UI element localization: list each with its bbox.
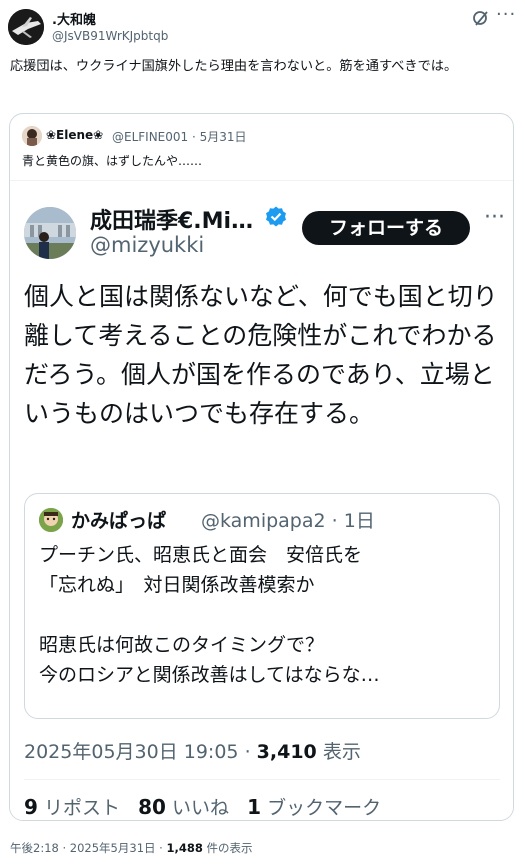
nested-quote-line-4: 今のロシアと関係改善はしてはならな… [39,664,380,686]
nested-quote-handle: @kamipapa2 [201,510,326,532]
post-views-label: 件の表示 [202,841,253,855]
quote-separator: · [192,130,200,144]
more-options-icon[interactable]: ··· [496,4,516,25]
embedded-author-handle: @mizyukki [90,233,205,257]
author-avatar[interactable] [8,9,44,45]
quote-date: 5月31日 [199,130,247,144]
nested-quote-line-3: 昭恵氏は何故このタイミングで？ [39,634,325,656]
embedded-stats-row: 9 リポスト 80 いいね 1 ブックマーク [24,793,381,820]
nested-quote-age: 1日 [343,510,375,532]
embedded-separator: · [244,741,257,763]
quote-meta: @ELFINE001 · 5月31日 [112,128,247,145]
nested-quote-avatar [39,508,63,532]
post-views-count: 1,488 [166,841,203,855]
embedded-views-count: 3,410 [256,741,317,763]
nested-quote-line-1: プーチン氏、昭恵氏と面会 安倍氏を [39,544,363,566]
embedded-author-avatar [24,207,76,259]
verified-badge-icon [264,205,288,229]
post-time[interactable]: 午後2:18 · 2025年5月31日 · [10,841,166,855]
post-text: 応援団は、ウクライナ国旗外したら理由を言わないと。筋を通すべきでは。 [10,59,458,74]
nested-quote-meta: @kamipapa2 · 1日 [201,506,375,533]
embedded-author-name: 成田瑞季€.Mi… [90,209,254,234]
nested-quote-text: プーチン氏、昭恵氏と面会 安倍氏を 「忘れぬ」 対日関係改善模索か 昭恵氏は何故… [39,540,489,690]
embedded-tweet-image[interactable]: 成田瑞季€.Mi… @mizyukki フォローする ··· 個人と国は関係ない… [10,180,513,820]
grok-icon[interactable] [472,9,490,27]
reposts-label: リポスト [43,797,120,819]
post-footer: 午後2:18 · 2025年5月31日 · 1,488 件の表示 [10,840,253,856]
embedded-timestamp: 2025年05月30日 19:05 [24,741,239,763]
quote-author-name: ❀Elene❀ [46,128,104,142]
likes-count: 80 [138,795,166,819]
quoted-post[interactable]: ❀Elene❀ @ELFINE001 · 5月31日 青と黄色の旗、はずしたんや… [9,113,514,821]
nested-quote-author-name: かみぱっぱ [71,510,167,532]
nested-quote-separator: · [331,510,344,532]
embedded-views-label: 表示 [322,741,361,763]
quote-author-handle: @ELFINE001 [112,130,189,144]
embedded-divider [24,779,500,780]
embedded-tweet-text: 個人と国は関係ないなど、何でも国と切り離して考えることの危険性がこれでわかるだろ… [24,282,498,428]
embedded-more-icon: ··· [484,205,505,230]
author-handle[interactable]: @JsVB91WrKJpbtqb [52,29,168,43]
reposts-count: 9 [24,795,38,819]
likes-label: いいね [172,797,230,819]
bookmarks-count: 1 [247,795,262,819]
embedded-quoted-tweet: かみぱっぱ @kamipapa2 · 1日 プーチン氏、昭恵氏と面会 安倍氏を … [24,493,500,719]
follow-button: フォローする [302,211,470,245]
quote-author-avatar[interactable] [22,126,42,146]
quote-text: 青と黄色の旗、はずしたんや…… [22,154,203,168]
author-name[interactable]: .大和魄 [52,9,96,28]
nested-quote-line-2: 「忘れぬ」 対日関係改善模索か [39,574,315,596]
bookmarks-label: ブックマーク [267,797,382,819]
nested-quote-blank-line [39,600,489,630]
embedded-timestamp-row: 2025年05月30日 19:05 · 3,410 表示 [24,737,361,764]
